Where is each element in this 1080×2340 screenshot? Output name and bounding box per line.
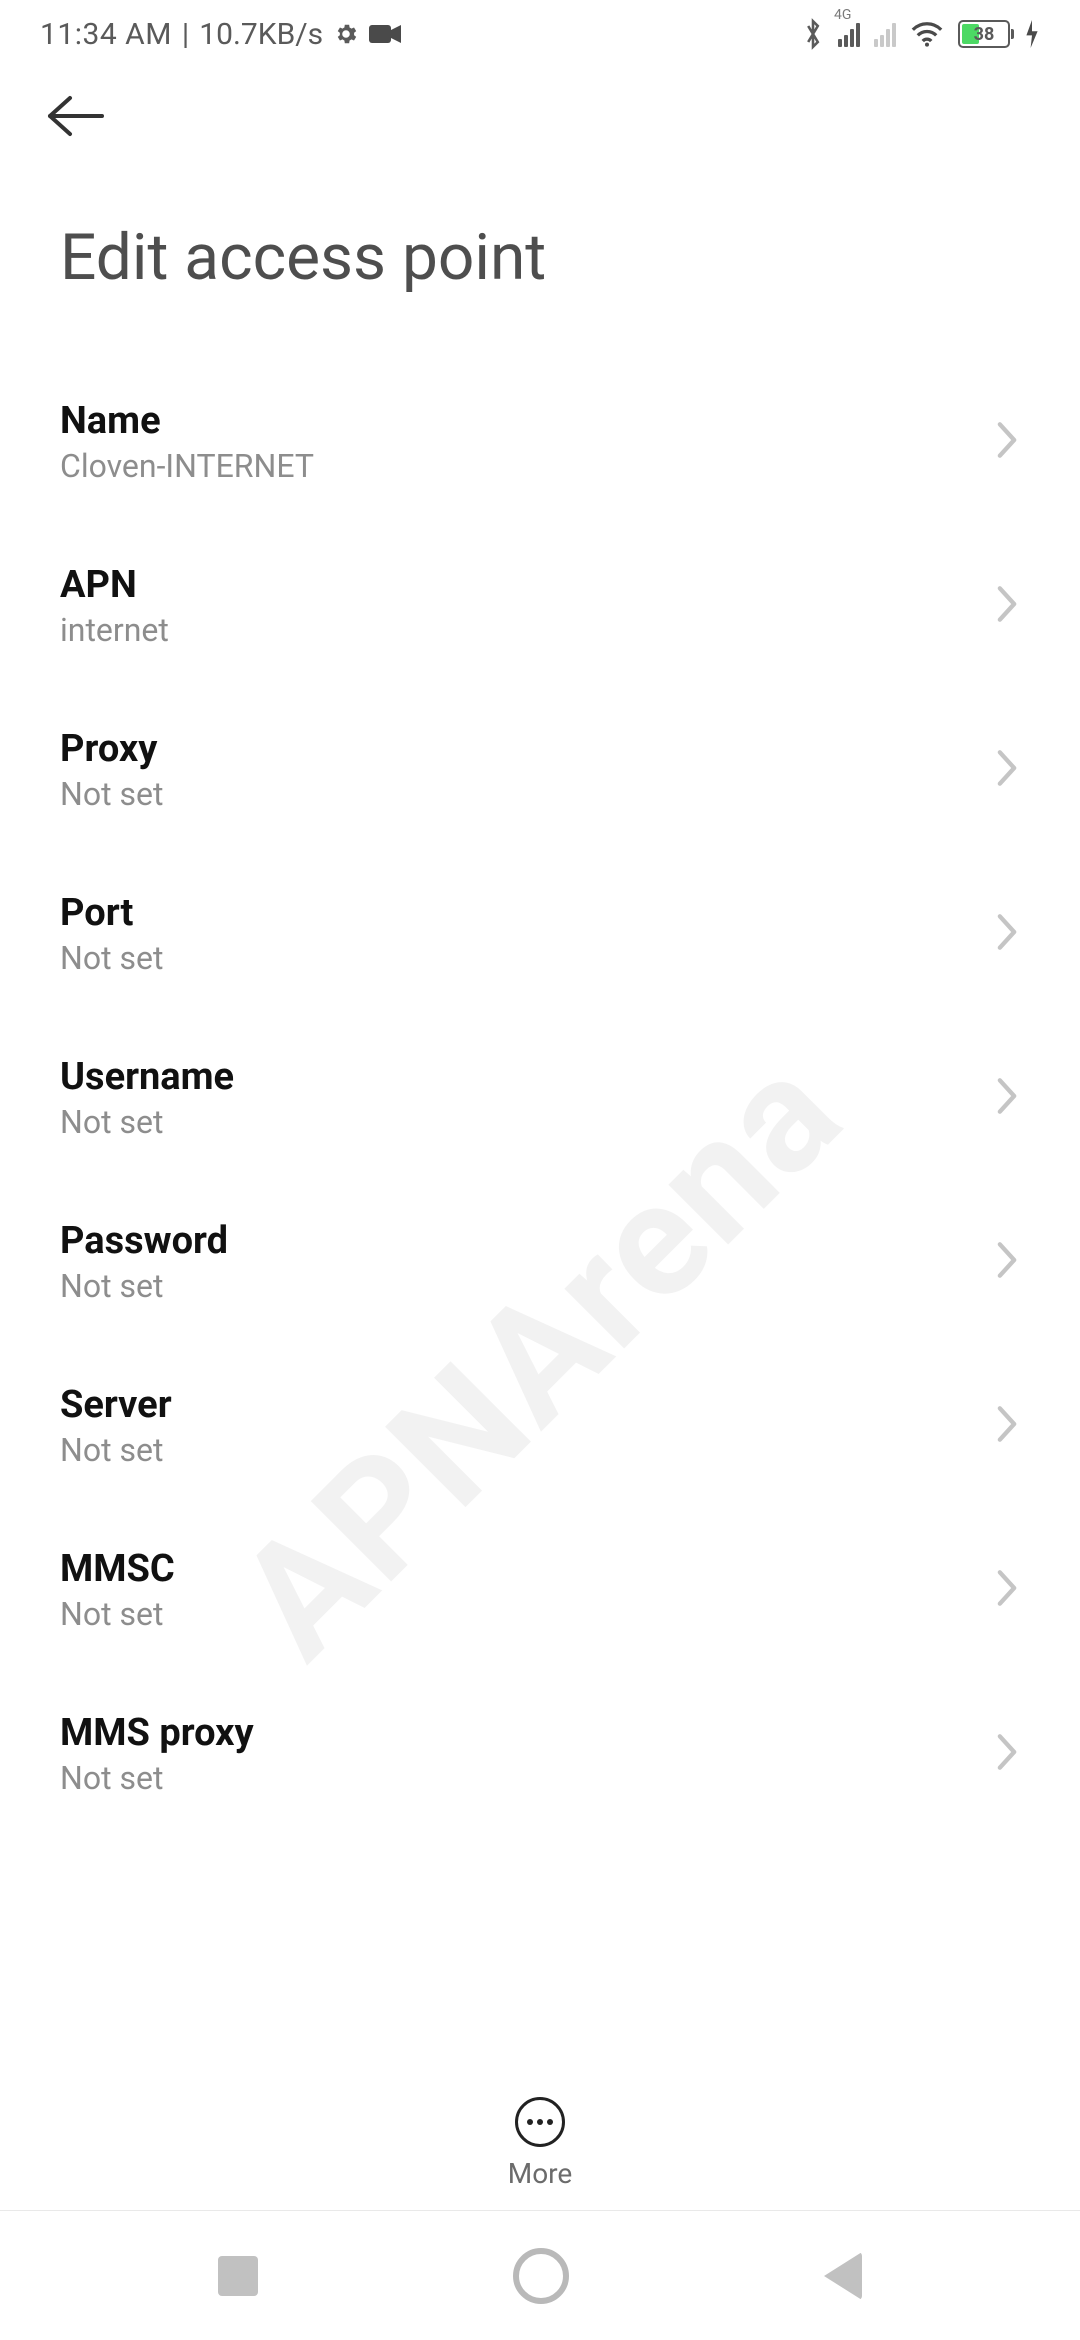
settings-value: Cloven-INTERNET <box>60 447 314 485</box>
settings-label: Username <box>60 1055 234 1099</box>
settings-label: MMSC <box>60 1547 175 1591</box>
more-button[interactable]: More <box>0 2097 1080 2190</box>
more-label: More <box>508 2157 573 2190</box>
signal-secondary <box>874 21 896 47</box>
settings-value: Not set <box>60 775 163 813</box>
settings-value: Not set <box>60 1431 172 1469</box>
settings-label: Port <box>60 891 163 935</box>
status-net-speed: 10.7KB/s <box>199 17 323 52</box>
settings-label: Password <box>60 1219 228 1263</box>
settings-item-name[interactable]: Name Cloven-INTERNET <box>60 365 1020 529</box>
chevron-right-icon <box>994 1240 1020 1284</box>
settings-label: Proxy <box>60 727 163 771</box>
settings-text: APN internet <box>60 563 169 649</box>
settings-text: MMSC Not set <box>60 1547 175 1633</box>
chevron-right-icon <box>994 912 1020 956</box>
back-button[interactable] <box>40 92 1040 144</box>
signal-primary: 4G <box>838 21 860 47</box>
settings-item-username[interactable]: Username Not set <box>60 1021 1020 1185</box>
settings-list: Name Cloven-INTERNET APN internet Proxy Not s… <box>0 325 1080 1841</box>
camera-icon <box>369 23 401 45</box>
settings-item-apn[interactable]: APN internet <box>60 529 1020 693</box>
gear-icon <box>333 21 359 47</box>
nav-recent-button[interactable] <box>218 2256 258 2296</box>
settings-text: MMS proxy Not set <box>60 1711 254 1797</box>
settings-text: Name Cloven-INTERNET <box>60 399 314 485</box>
status-left-group: 11:34 AM | 10.7KB/s <box>40 17 401 52</box>
settings-value: internet <box>60 611 169 649</box>
status-right-group: 4G 38 <box>802 18 1040 50</box>
settings-label: MMS proxy <box>60 1711 254 1755</box>
chevron-right-icon <box>994 420 1020 464</box>
settings-item-password[interactable]: Password Not set <box>60 1185 1020 1349</box>
status-separator: | <box>182 17 189 52</box>
settings-label: APN <box>60 563 169 607</box>
chevron-right-icon <box>994 748 1020 792</box>
chevron-right-icon <box>994 1404 1020 1448</box>
settings-item-server[interactable]: Server Not set <box>60 1349 1020 1513</box>
page-title: Edit access point <box>0 144 1080 325</box>
settings-text: Server Not set <box>60 1383 172 1469</box>
status-time: 11:34 AM <box>40 17 172 52</box>
settings-text: Password Not set <box>60 1219 228 1305</box>
status-bar: 11:34 AM | 10.7KB/s 4G 38 <box>0 0 1080 68</box>
settings-item-mms-proxy[interactable]: MMS proxy Not set <box>60 1677 1020 1841</box>
charging-icon <box>1024 20 1040 48</box>
chevron-right-icon <box>994 1732 1020 1776</box>
wifi-icon <box>910 21 944 47</box>
settings-value: Not set <box>60 1267 228 1305</box>
settings-item-proxy[interactable]: Proxy Not set <box>60 693 1020 857</box>
settings-label: Server <box>60 1383 172 1427</box>
chevron-right-icon <box>994 584 1020 628</box>
network-type-label: 4G <box>834 7 851 23</box>
system-nav-bar <box>0 2210 1080 2340</box>
battery-indicator: 38 <box>958 20 1010 48</box>
bluetooth-icon <box>802 18 824 50</box>
settings-value: Not set <box>60 1595 175 1633</box>
more-icon <box>515 2097 565 2147</box>
settings-item-port[interactable]: Port Not set <box>60 857 1020 1021</box>
settings-text: Port Not set <box>60 891 163 977</box>
settings-value: Not set <box>60 939 163 977</box>
chevron-right-icon <box>994 1568 1020 1612</box>
settings-text: Username Not set <box>60 1055 234 1141</box>
settings-text: Proxy Not set <box>60 727 163 813</box>
nav-home-button[interactable] <box>513 2248 569 2304</box>
battery-percent: 38 <box>960 24 1008 45</box>
settings-value: Not set <box>60 1759 254 1797</box>
settings-label: Name <box>60 399 314 443</box>
chevron-right-icon <box>994 1076 1020 1120</box>
nav-back-button[interactable] <box>824 2252 862 2300</box>
settings-value: Not set <box>60 1103 234 1141</box>
settings-item-mmsc[interactable]: MMSC Not set <box>60 1513 1020 1677</box>
